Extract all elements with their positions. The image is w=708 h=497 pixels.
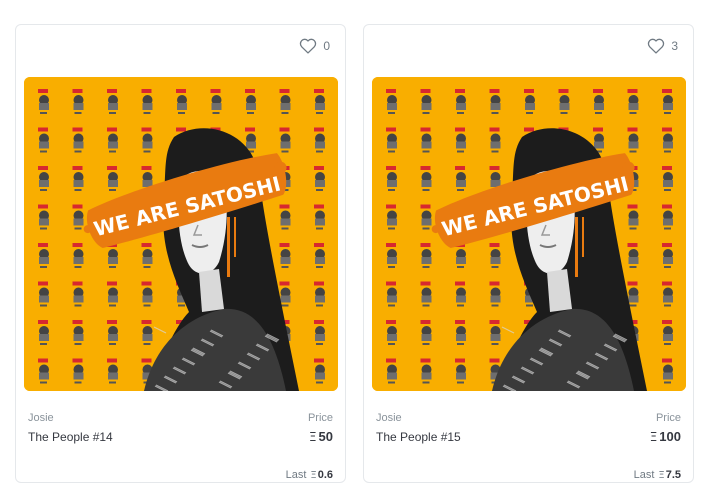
nft-artwork[interactable]: WE ARE SATOSHI bbox=[24, 77, 338, 391]
nft-card-2[interactable]: 3 WE ARE SATOSHI Josie The People #15 Pr… bbox=[363, 24, 694, 483]
price-label: Price bbox=[655, 412, 681, 424]
last-label: Last bbox=[633, 469, 655, 481]
eth-icon: Ξ bbox=[658, 470, 665, 481]
last-sale: Last Ξ0.6 bbox=[286, 469, 333, 481]
item-title[interactable]: The People #14 bbox=[28, 430, 113, 444]
artwork-image: WE ARE SATOSHI bbox=[24, 77, 338, 391]
last-price: 7.5 bbox=[665, 469, 681, 481]
price-value: Ξ 100 bbox=[650, 429, 681, 444]
heart-icon bbox=[300, 38, 317, 54]
favorite-button[interactable]: 0 bbox=[299, 38, 330, 54]
artwork-image: WE ARE SATOSHI bbox=[372, 77, 686, 391]
creator-name[interactable]: Josie bbox=[28, 412, 54, 424]
price-value: Ξ 50 bbox=[309, 429, 333, 444]
eth-icon: Ξ bbox=[649, 430, 658, 444]
price-label: Price bbox=[307, 412, 333, 424]
last-label: Last bbox=[285, 469, 307, 481]
heart-icon bbox=[648, 38, 665, 54]
price-amount: 50 bbox=[318, 429, 333, 444]
nft-artwork[interactable]: WE ARE SATOSHI bbox=[372, 77, 686, 391]
creator-name[interactable]: Josie bbox=[376, 412, 402, 424]
item-title[interactable]: The People #15 bbox=[376, 430, 461, 444]
last-sale: Last Ξ7.5 bbox=[634, 469, 681, 481]
price-amount: 100 bbox=[659, 429, 681, 444]
nft-card-1[interactable]: 0 WE ARE SATOSHI Josie The People #14 Pr… bbox=[15, 24, 346, 483]
favorite-count: 0 bbox=[323, 39, 330, 53]
last-price: 0.6 bbox=[317, 469, 333, 481]
favorite-button[interactable]: 3 bbox=[647, 38, 678, 54]
favorite-count: 3 bbox=[671, 39, 678, 53]
eth-icon: Ξ bbox=[308, 430, 317, 444]
eth-icon: Ξ bbox=[310, 470, 317, 481]
